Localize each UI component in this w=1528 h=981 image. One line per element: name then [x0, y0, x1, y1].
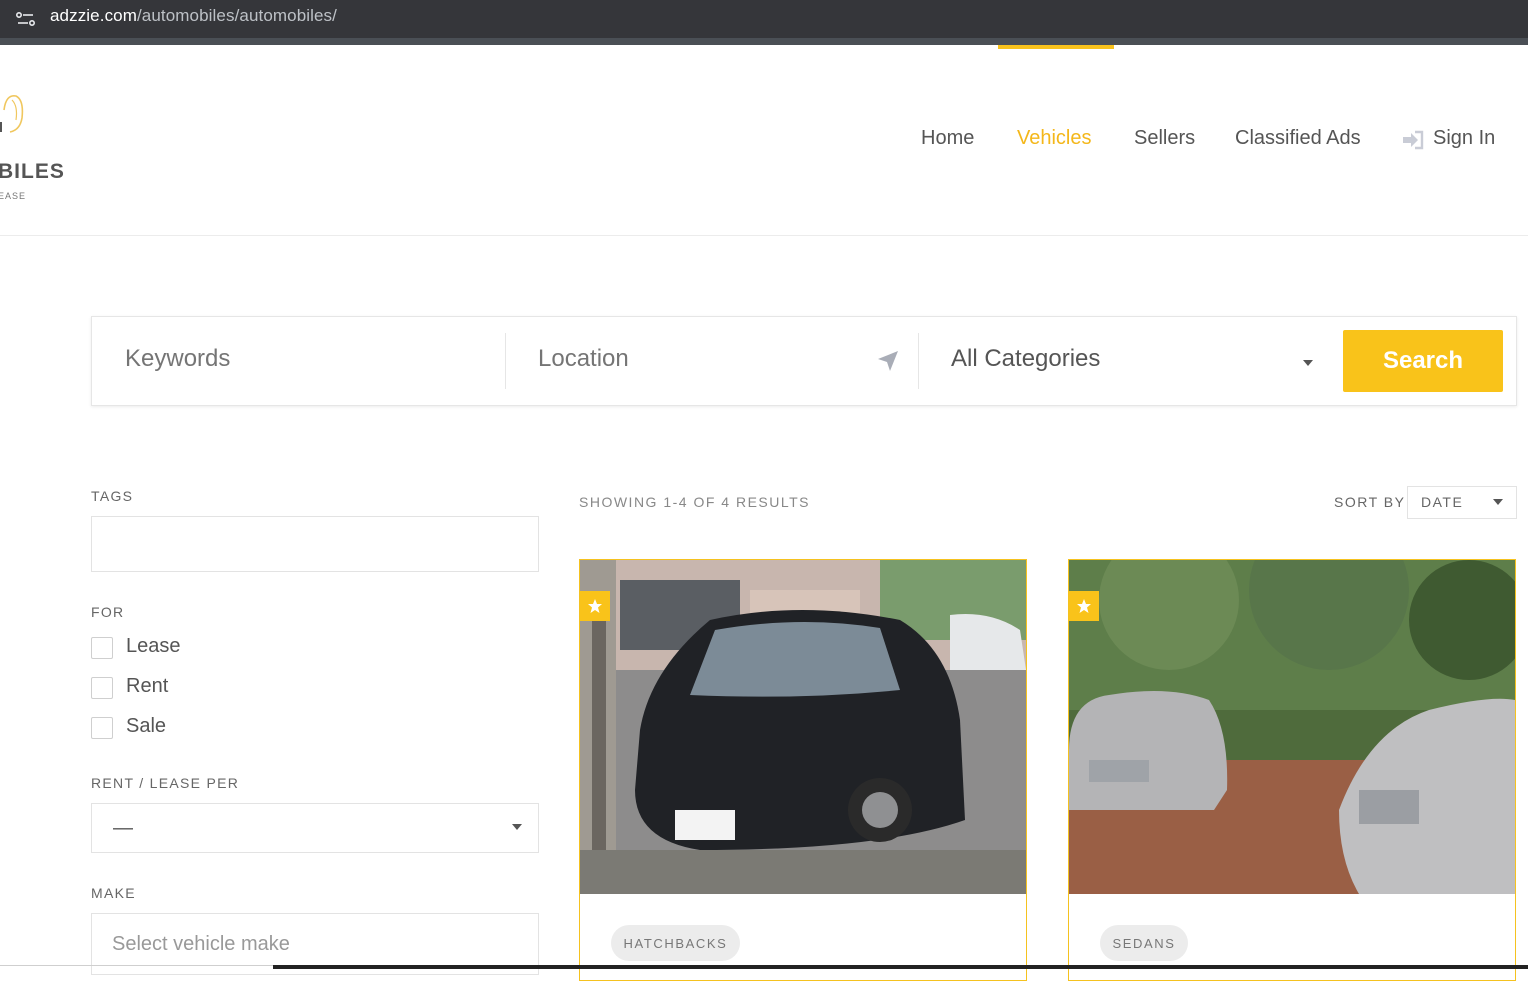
site-header: BILES EASE Home Vehicles Sellers Classif… — [0, 45, 1528, 236]
search-bar: All Categories Search — [91, 316, 1517, 406]
make-placeholder: Select vehicle make — [112, 933, 290, 955]
location-arrow-icon[interactable] — [877, 350, 899, 372]
sort-by-label: SORT BY — [1334, 494, 1406, 510]
rent-lease-per-value: — — [113, 817, 133, 839]
search-button[interactable]: Search — [1343, 330, 1503, 392]
make-label: MAKE — [91, 885, 136, 901]
nav-home[interactable]: Home — [921, 127, 974, 150]
category-select-value: All Categories — [951, 345, 1101, 372]
listing-card[interactable]: SEDANS — [1068, 559, 1516, 981]
rent-checkbox[interactable] — [91, 677, 113, 699]
sort-by-select[interactable]: DATE — [1407, 486, 1517, 519]
sale-checkbox[interactable] — [91, 717, 113, 739]
featured-star-icon — [580, 591, 610, 621]
nav-sellers[interactable]: Sellers — [1134, 127, 1195, 150]
featured-star-icon — [1069, 591, 1099, 621]
lease-checkbox-label: Lease — [126, 635, 181, 657]
site-logo-icon[interactable] — [0, 70, 54, 210]
tags-label: TAGS — [91, 488, 134, 504]
listing-photo[interactable] — [1069, 560, 1515, 894]
horizontal-scrollbar[interactable] — [273, 965, 1528, 969]
url-host: adzzie.com — [50, 6, 137, 25]
listing-photo[interactable] — [580, 560, 1026, 894]
location-input[interactable] — [538, 345, 868, 373]
browser-bar-strip — [0, 38, 1528, 45]
sort-by-value: DATE — [1421, 494, 1464, 510]
browser-address-bar: adzzie.com/automobiles/automobiles/ — [0, 0, 1528, 45]
chevron-down-icon[interactable] — [512, 824, 522, 830]
sale-checkbox-label: Sale — [126, 715, 167, 737]
url-path: /automobiles/automobiles/ — [136, 6, 337, 25]
logo-text[interactable]: BILES — [0, 160, 65, 184]
url-field[interactable]: adzzie.com/automobiles/automobiles/ — [50, 6, 337, 26]
listing-card[interactable]: HATCHBACKS — [579, 559, 1027, 981]
active-nav-indicator — [998, 45, 1114, 49]
category-badge[interactable]: HATCHBACKS — [611, 925, 740, 961]
keywords-input[interactable] — [125, 345, 455, 373]
for-label: FOR — [91, 604, 125, 620]
site-info-icon[interactable] — [14, 8, 38, 30]
results-count: SHOWING 1-4 OF 4 RESULTS — [579, 494, 810, 510]
lease-checkbox[interactable] — [91, 637, 113, 659]
rent-lease-per-select[interactable]: — — [91, 803, 539, 853]
logo-subtitle: EASE — [0, 191, 27, 201]
keywords-field-wrap — [92, 317, 505, 405]
rent-lease-per-label: RENT / LEASE PER — [91, 775, 240, 791]
rent-checkbox-label: Rent — [126, 675, 169, 697]
nav-classified-ads[interactable]: Classified Ads — [1235, 127, 1361, 150]
tags-input[interactable] — [91, 516, 539, 572]
sign-in-icon[interactable] — [1401, 129, 1425, 151]
nav-sign-in[interactable]: Sign In — [1433, 127, 1495, 150]
category-select[interactable]: All Categories — [918, 317, 1318, 405]
location-field-wrap — [505, 317, 918, 405]
category-badge[interactable]: SEDANS — [1100, 925, 1188, 961]
chevron-down-icon[interactable] — [1303, 360, 1313, 366]
chevron-down-icon[interactable] — [1493, 499, 1503, 505]
nav-vehicles[interactable]: Vehicles — [1017, 127, 1092, 150]
page-bottom-line — [0, 965, 273, 966]
